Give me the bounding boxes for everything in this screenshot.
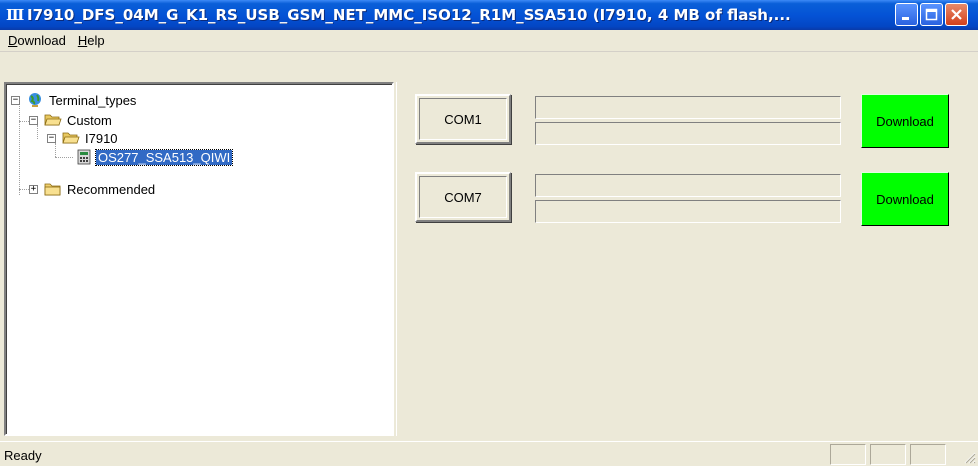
minimize-icon (902, 17, 909, 20)
progress-bar-bottom (535, 122, 841, 145)
tree-label: Recommended (67, 181, 156, 197)
tree-line (19, 103, 20, 195)
close-icon (951, 9, 962, 20)
port-row-com7: COM7 Download (415, 172, 975, 232)
app-icon: Ⅲ (6, 6, 25, 24)
tree-label: I7910 (85, 130, 118, 146)
port-name: COM1 (444, 111, 482, 127)
close-button[interactable] (945, 3, 968, 26)
port-label-com7: COM7 (415, 172, 511, 222)
terminal-tree[interactable]: − Terminal_types − Custom − I7910 OS277_… (4, 82, 394, 436)
maximize-icon (925, 8, 938, 21)
folder-open-icon (62, 132, 80, 144)
maximize-button[interactable] (920, 3, 943, 26)
tree-node-i7910[interactable]: − I7910 (47, 129, 120, 147)
download-button-com7[interactable]: Download (861, 172, 949, 226)
download-button-label: Download (876, 191, 934, 207)
status-panel (910, 444, 946, 465)
menu-bar: Download Help (0, 30, 978, 52)
tree-label: Custom (67, 112, 112, 128)
globe-network-icon (29, 93, 41, 107)
progress-bar-top (535, 174, 841, 197)
port-label-com1: COM1 (415, 94, 511, 144)
port-panel: COM1 Download COM7 Download (396, 82, 978, 436)
minimize-button[interactable] (895, 3, 918, 26)
resize-grip-icon[interactable] (962, 450, 976, 464)
tree-node-recommended[interactable]: + Recommended (29, 180, 157, 198)
status-panel (870, 444, 906, 465)
tree-node-custom[interactable]: − Custom (29, 111, 114, 129)
folder-open-icon (44, 114, 62, 126)
progress-bar-bottom (535, 200, 841, 223)
tree-node-terminal-types[interactable]: − Terminal_types (11, 91, 138, 109)
download-button-label: Download (876, 113, 934, 129)
tree-label: Terminal_types (49, 92, 137, 108)
collapse-toggle[interactable]: − (11, 95, 20, 105)
port-name: COM7 (444, 189, 482, 205)
tree-line (55, 157, 73, 158)
folder-closed-icon (44, 183, 61, 196)
menu-help-label: Help (77, 33, 105, 48)
download-button-com1[interactable]: Download (861, 94, 949, 148)
status-panel (830, 444, 866, 465)
menu-download[interactable]: Download (2, 33, 72, 48)
collapse-toggle[interactable]: − (29, 115, 38, 125)
device-icon (77, 149, 91, 165)
progress-bar-top (535, 96, 841, 119)
expand-toggle[interactable]: + (29, 184, 38, 194)
window-title: I7910_DFS_04M_G_K1_RS_USB_GSM_NET_MMC_IS… (27, 6, 791, 24)
tree-label-selected: OS277_SSA513_QIWI (94, 148, 234, 166)
status-bar: Ready (0, 441, 978, 466)
menu-download-label: Download (8, 33, 66, 48)
menu-help[interactable]: Help (72, 33, 111, 48)
port-row-com1: COM1 Download (415, 94, 975, 154)
tree-viewport: − Terminal_types − Custom − I7910 OS277_… (6, 84, 392, 434)
status-text: Ready (4, 448, 42, 463)
tree-node-os277[interactable]: OS277_SSA513_QIWI (75, 148, 234, 166)
title-bar[interactable]: Ⅲ I7910_DFS_04M_G_K1_RS_USB_GSM_NET_MMC_… (0, 0, 978, 30)
collapse-toggle[interactable]: − (47, 133, 56, 143)
